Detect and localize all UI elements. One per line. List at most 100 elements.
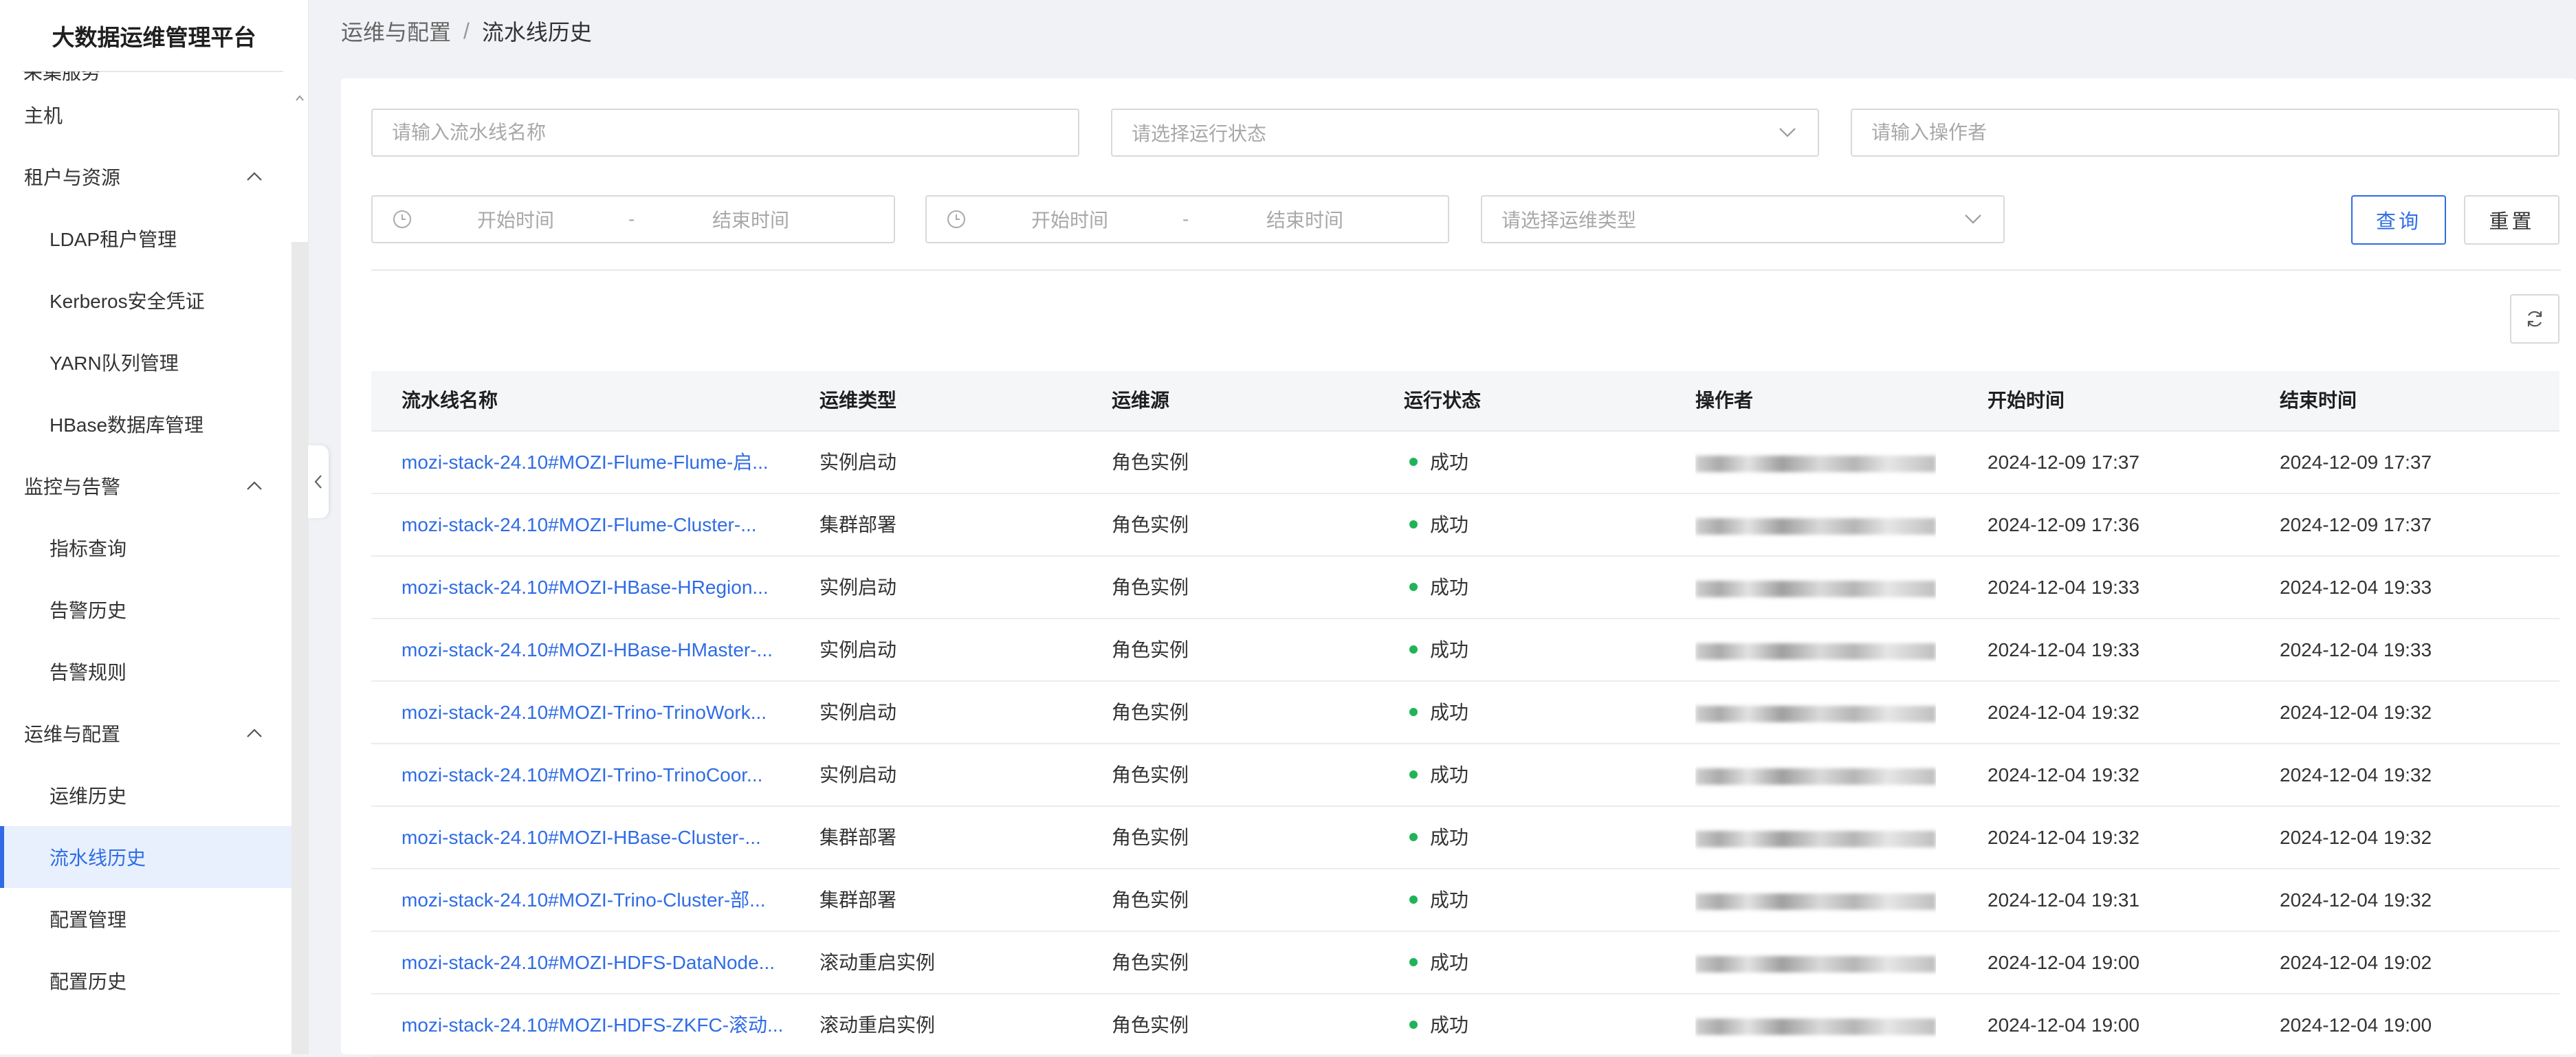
start-time-cell: 2024-12-04 19:33 xyxy=(1988,577,2140,598)
status-text: 成功 xyxy=(1430,889,1469,911)
breadcrumb-current: 流水线历史 xyxy=(481,20,592,45)
column-header: 结束时间 xyxy=(2280,390,2357,411)
sidebar-item-6[interactable]: 监控与告警 xyxy=(0,455,291,517)
pipeline-name-input[interactable] xyxy=(373,110,1078,155)
scroll-up-icon[interactable] xyxy=(296,95,304,102)
end-time-cell: 2024-12-09 17:37 xyxy=(2280,452,2432,473)
run-status-cell: 成功 xyxy=(1409,869,1468,931)
sidebar-item-14[interactable]: 配置历史 xyxy=(0,950,291,1012)
ops-source-cell: 角色实例 xyxy=(1112,952,1189,973)
breadcrumb-parent[interactable]: 运维与配置 xyxy=(341,15,451,47)
status-dot-icon xyxy=(1409,645,1418,654)
pipeline-name-field[interactable] xyxy=(371,109,1079,157)
time-range-picker-1[interactable]: 开始时间 - 结束时间 xyxy=(371,195,895,243)
status-dot-icon xyxy=(1409,957,1418,966)
end-time-cell: 2024-12-04 19:32 xyxy=(2280,702,2432,723)
status-text: 成功 xyxy=(1430,952,1469,973)
ops-type-select[interactable]: 请选择运维类型 xyxy=(1481,195,2005,243)
status-dot-icon xyxy=(1409,1020,1418,1029)
table-row: mozi-stack-24.10#MOZI-HBase-HRegion... 实例… xyxy=(371,557,2560,619)
sidebar-item-3[interactable]: Kerberos安全凭证 xyxy=(0,269,291,331)
operator-field[interactable] xyxy=(1851,109,2560,157)
ops-source-cell: 角色实例 xyxy=(1112,577,1189,598)
pipeline-history-table: 流水线名称 运维类型 运维源 运行状态 操作者 开始时间 结束时间 mozi-stack-2… xyxy=(371,371,2560,1057)
start-time-cell: 2024-12-09 17:37 xyxy=(1988,452,2140,473)
sidebar-item-10[interactable]: 运维与配置 xyxy=(0,702,291,764)
run-status-cell: 成功 xyxy=(1409,994,1468,1056)
operator-input[interactable] xyxy=(1852,110,2558,155)
start-time-cell: 2024-12-04 19:00 xyxy=(1988,952,2140,973)
run-status-cell: 成功 xyxy=(1409,807,1468,868)
column-header: 开始时间 xyxy=(1988,390,2065,411)
redacted-operator xyxy=(1695,705,1936,722)
sidebar-item-4[interactable]: YARN队列管理 xyxy=(0,331,291,393)
sidebar-item-label: 配置历史 xyxy=(49,971,127,992)
sidebar-item-1[interactable]: 租户与资源 xyxy=(0,146,291,208)
pipeline-name-link[interactable]: mozi-stack-24.10#MOZI-HDFS-DataNode... xyxy=(401,932,800,993)
sidebar-collapse-button[interactable] xyxy=(308,445,329,518)
status-text: 成功 xyxy=(1430,827,1469,848)
run-status-cell: 成功 xyxy=(1409,932,1468,993)
ops-type-cell: 实例启动 xyxy=(819,452,897,473)
start-time-cell: 2024-12-04 19:32 xyxy=(1988,764,2140,786)
pipeline-name-link[interactable]: mozi-stack-24.10#MOZI-Flume-Flume-启... xyxy=(401,432,800,493)
start-time-cell: 2024-12-04 19:32 xyxy=(1988,827,2140,848)
main-panel: 请选择运行状态 开始时间 - 结束时间 开始时间 - 结束时间 请选择运维类型 … xyxy=(341,78,2576,1057)
sidebar-item-0[interactable]: 主机 xyxy=(0,84,291,146)
pipeline-name-link[interactable]: mozi-stack-24.10#MOZI-Trino-TrinoCoor... xyxy=(401,744,800,805)
table-header: 流水线名称 运维类型 运维源 运行状态 操作者 开始时间 结束时间 xyxy=(371,371,2560,432)
sidebar-menu: 采集服务 主机 租户与资源 LDAP租户管理 Kerberos安全凭证 YARN队列管理… xyxy=(0,71,291,1012)
redacted-operator xyxy=(1695,455,1936,472)
table-row: mozi-stack-24.10#MOZI-Flume-Cluster-... 集… xyxy=(371,494,2560,557)
operator-cell xyxy=(1695,619,1936,680)
operator-cell xyxy=(1695,494,1936,555)
sidebar-item-5[interactable]: HBase数据库管理 xyxy=(0,393,291,455)
sidebar-item-7[interactable]: 指标查询 xyxy=(0,517,291,579)
ops-type-cell: 实例启动 xyxy=(819,764,897,786)
run-status-placeholder: 请选择运行状态 xyxy=(1132,123,1267,144)
range-end-placeholder: 结束时间 xyxy=(1266,210,1344,231)
sidebar-item-11[interactable]: 运维历史 xyxy=(0,764,291,826)
operator-cell xyxy=(1695,682,1936,743)
sidebar-item-label: 告警规则 xyxy=(49,662,127,683)
reset-button[interactable]: 重置 xyxy=(2464,195,2560,245)
status-text: 成功 xyxy=(1430,639,1469,660)
operator-cell xyxy=(1695,869,1936,931)
sidebar-item-8[interactable]: 告警历史 xyxy=(0,579,291,641)
range-separator: - xyxy=(628,208,635,230)
pipeline-name-link[interactable]: mozi-stack-24.10#MOZI-HBase-HRegion... xyxy=(401,557,800,618)
operator-cell xyxy=(1695,994,1936,1056)
pipeline-name-link[interactable]: mozi-stack-24.10#MOZI-HBase-HMaster-... xyxy=(401,619,800,680)
pipeline-name-link[interactable]: mozi-stack-24.10#MOZI-HBase-Cluster-... xyxy=(401,807,800,868)
pipeline-name-link[interactable]: mozi-stack-24.10#MOZI-HDFS-ZKFC-滚动... xyxy=(401,994,800,1056)
start-time-cell: 2024-12-04 19:31 xyxy=(1988,889,2140,911)
run-status-select[interactable]: 请选择运行状态 xyxy=(1111,109,1819,157)
sidebar-item-9[interactable]: 告警规则 xyxy=(0,641,291,702)
sidebar-item-13[interactable]: 配置管理 xyxy=(0,888,291,950)
refresh-button[interactable] xyxy=(2510,294,2560,344)
redacted-operator xyxy=(1695,893,1936,910)
column-header: 运行状态 xyxy=(1404,390,1482,411)
sidebar-item-partial[interactable]: 采集服务 xyxy=(0,71,291,84)
sidebar-item-12[interactable]: 流水线历史 xyxy=(0,826,291,888)
operator-cell xyxy=(1695,744,1936,805)
pipeline-name-link[interactable]: mozi-stack-24.10#MOZI-Flume-Cluster-... xyxy=(401,494,800,555)
time-range-picker-2[interactable]: 开始时间 - 结束时间 xyxy=(925,195,1449,243)
redacted-operator xyxy=(1695,1018,1936,1035)
operator-cell xyxy=(1695,557,1936,618)
pipeline-name-link[interactable]: mozi-stack-24.10#MOZI-Trino-TrinoWork... xyxy=(401,682,800,743)
end-time-cell: 2024-12-04 19:32 xyxy=(2280,827,2432,848)
ops-type-cell: 实例启动 xyxy=(819,702,897,723)
ops-source-cell: 角色实例 xyxy=(1112,889,1189,911)
sidebar-item-label: YARN队列管理 xyxy=(49,353,179,374)
sidebar-item-2[interactable]: LDAP租户管理 xyxy=(0,208,291,269)
ops-source-cell: 角色实例 xyxy=(1112,764,1189,786)
query-button[interactable]: 查询 xyxy=(2351,195,2446,245)
sidebar-item-partial-label: 采集服务 xyxy=(23,71,101,83)
end-time-cell: 2024-12-04 19:32 xyxy=(2280,889,2432,911)
status-dot-icon xyxy=(1409,582,1418,591)
sidebar-scrollbar[interactable] xyxy=(291,242,308,1054)
status-text: 成功 xyxy=(1430,702,1469,723)
pipeline-name-link[interactable]: mozi-stack-24.10#MOZI-Trino-Cluster-部... xyxy=(401,869,800,931)
run-status-cell: 成功 xyxy=(1409,557,1468,618)
